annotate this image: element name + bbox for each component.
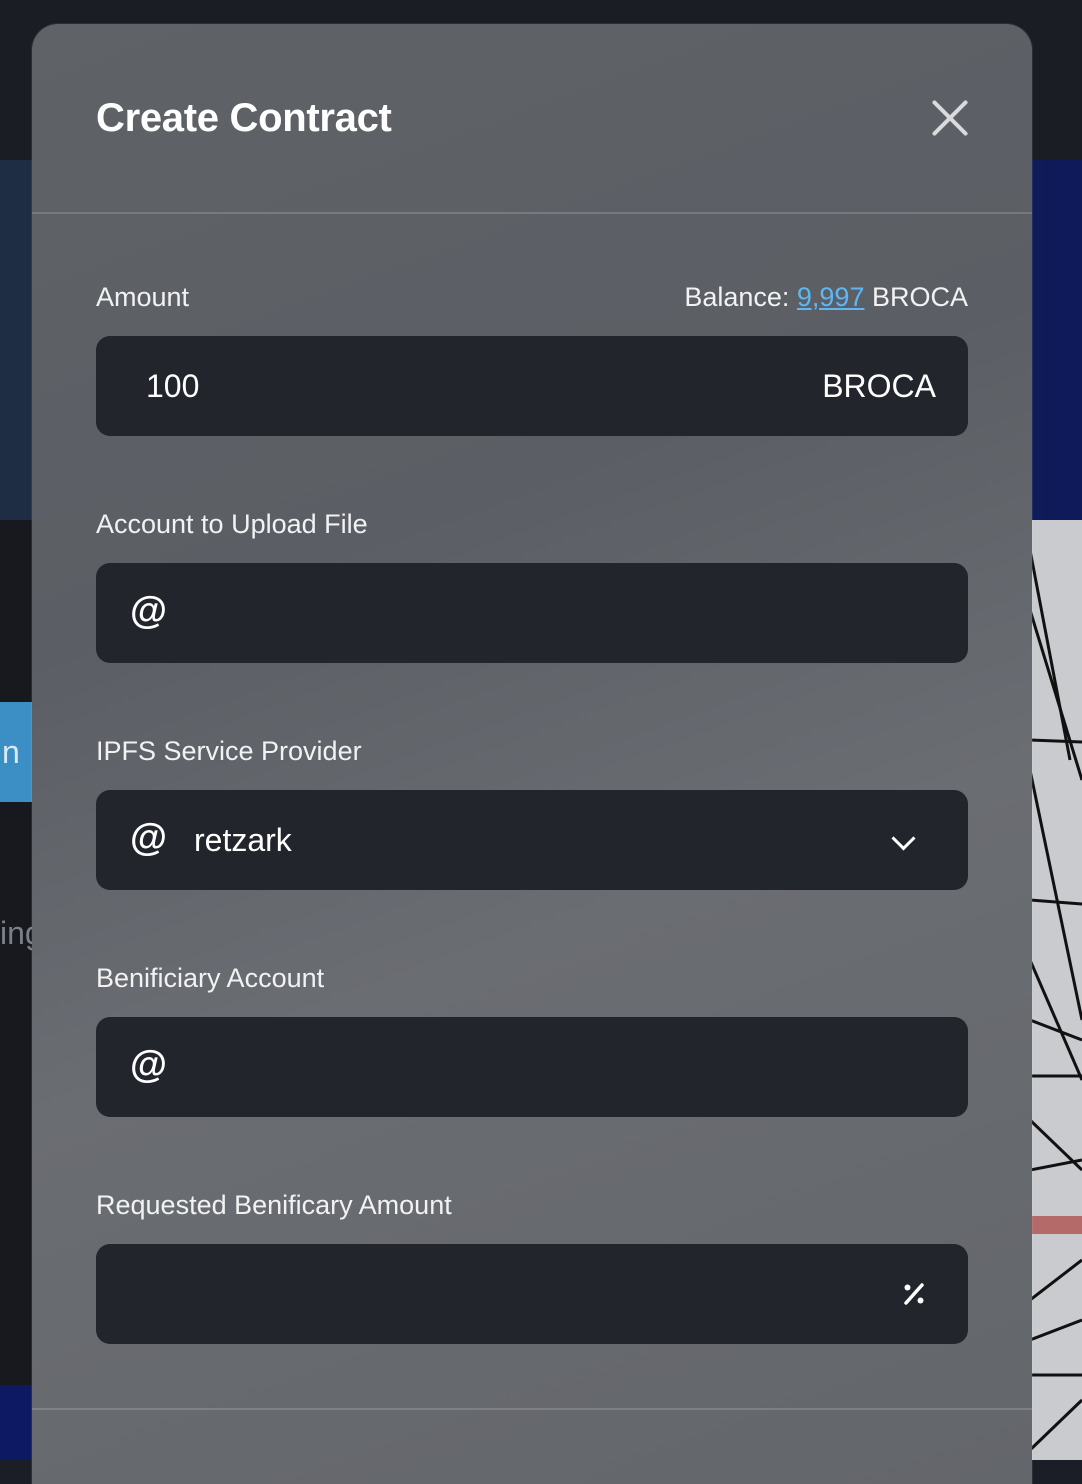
- beneficiary-amount-input[interactable]: [96, 1244, 968, 1344]
- amount-unit: BROCA: [822, 368, 936, 404]
- balance-value-link[interactable]: 9,997: [797, 282, 865, 312]
- upload-account-input[interactable]: @: [96, 563, 968, 663]
- ipfs-provider-label: IPFS Service Provider: [96, 736, 362, 766]
- beneficiary-amount-label: Requested Benificary Amount: [96, 1190, 452, 1220]
- at-icon: @: [130, 817, 168, 859]
- balance-text: Balance: 9,997 BROCA: [684, 282, 968, 313]
- chevron-down-icon[interactable]: [891, 826, 916, 851]
- create-contract-modal: Create Contract Amount Balance: 9,997 BR…: [32, 24, 1032, 1484]
- at-icon: @: [130, 1044, 168, 1086]
- percent-icon: [904, 1283, 924, 1305]
- beneficiary-account-label: Benificiary Account: [96, 963, 325, 993]
- ipfs-provider-selected: retzark: [194, 822, 292, 858]
- balance-label: Balance:: [684, 282, 797, 312]
- amount-label: Amount: [96, 282, 190, 312]
- at-icon: @: [130, 590, 168, 632]
- ipfs-provider-select[interactable]: @ retzark: [96, 790, 968, 890]
- modal-title: Create Contract: [96, 96, 392, 140]
- background-image: [1030, 520, 1082, 1460]
- upload-account-label: Account to Upload File: [96, 509, 368, 539]
- amount-value[interactable]: 100: [146, 336, 199, 436]
- beneficiary-account-input[interactable]: @: [96, 1017, 968, 1117]
- balance-unit: BROCA: [864, 282, 968, 312]
- wireframe-image: [1030, 549, 1082, 1452]
- close-icon[interactable]: [930, 98, 970, 138]
- amount-input[interactable]: 100 BROCA: [96, 336, 968, 436]
- modal-header: Create Contract: [32, 24, 1032, 214]
- modal-footer-divider: [32, 1408, 1032, 1410]
